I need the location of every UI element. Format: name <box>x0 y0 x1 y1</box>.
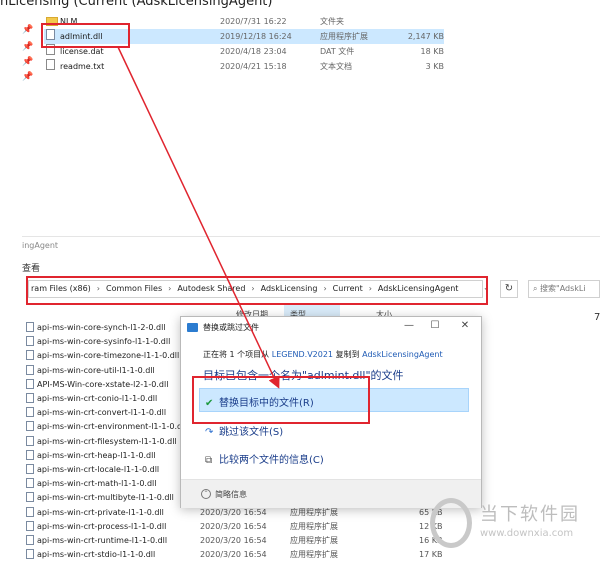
annotation-arrow-line <box>117 46 280 389</box>
logo-url: www.downxia.com <box>480 528 574 539</box>
site-logo: 当下软件园 www.downxia.com <box>420 492 600 556</box>
annotation-arrow <box>117 46 280 389</box>
logo-name: 当下软件园 <box>480 504 580 525</box>
logo-mark-icon <box>430 498 472 548</box>
